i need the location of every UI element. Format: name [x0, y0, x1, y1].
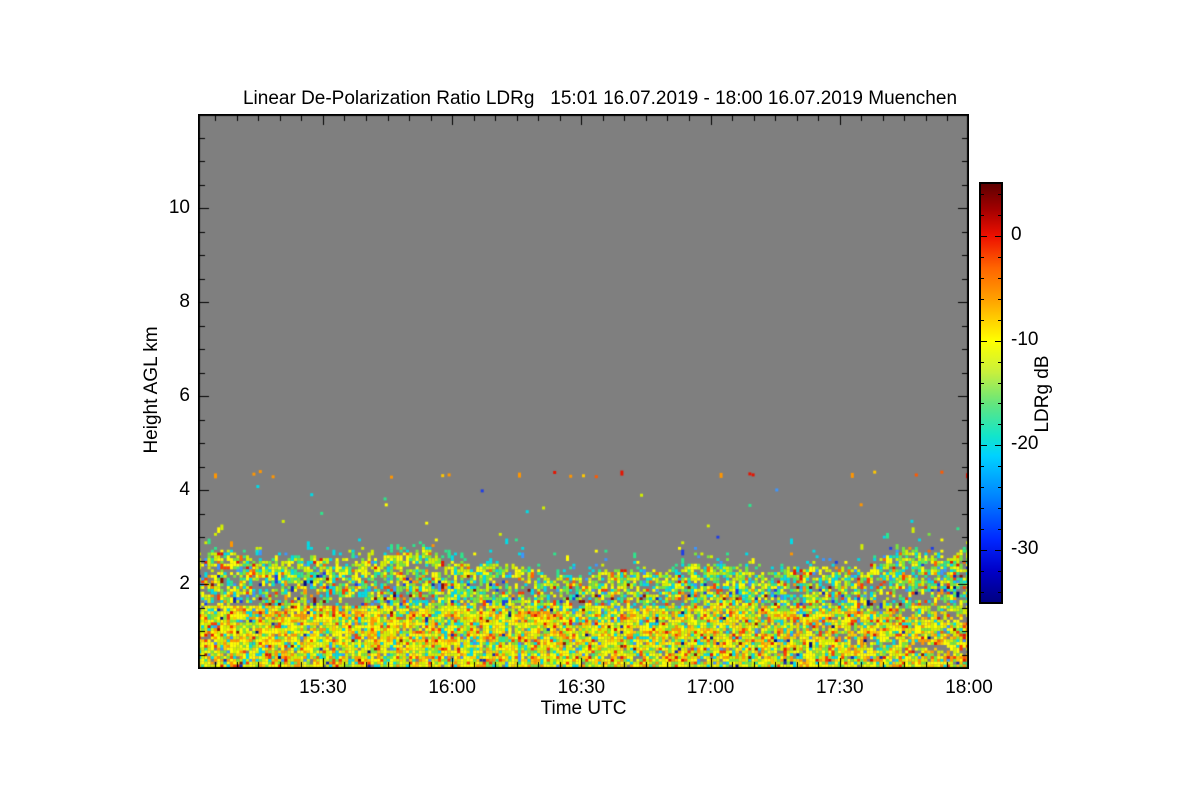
colorbar-tick: [995, 236, 1001, 238]
x-tick-label: 16:30: [557, 677, 606, 698]
colorbar-tick: [981, 257, 984, 259]
x-tick-label: 16:00: [428, 677, 476, 698]
colorbar-tick: [998, 528, 1001, 530]
chart-title: Linear De-Polarization Ratio LDRg 15:01 …: [242, 88, 958, 109]
colorbar-tick: [981, 466, 984, 468]
colorbar-tick: [981, 403, 984, 405]
colorbar-tick: [981, 194, 984, 196]
colorbar-tick: [998, 194, 1001, 196]
colorbar-tick: [998, 215, 1001, 217]
colorbar-tick: [998, 403, 1001, 405]
colorbar-tick: [981, 382, 984, 384]
colorbar-tick: [981, 278, 984, 280]
colorbar-tick: [998, 298, 1001, 300]
colorbar-tick: [998, 466, 1001, 468]
x-tick-label: 17:00: [686, 677, 735, 698]
colorbar-tick: [998, 278, 1001, 280]
colorbar-tick: [981, 570, 984, 572]
colorbar-tick: [981, 549, 987, 551]
colorbar-tick: [998, 319, 1001, 321]
colorbar-tick: [998, 591, 1001, 593]
colorbar-tick-label: 0: [1011, 224, 1022, 246]
colorbar-tick: [981, 236, 987, 238]
colorbar-tick-label: -20: [1011, 433, 1039, 455]
colorbar-tick: [981, 507, 984, 509]
x-tick-label: 18:00: [945, 677, 993, 698]
colorbar: [979, 182, 1003, 604]
colorbar-tick-label: -10: [1011, 328, 1039, 350]
colorbar-tick: [998, 424, 1001, 426]
y-tick-label: 8: [179, 291, 190, 313]
colorbar-tick: [995, 340, 1001, 342]
colorbar-tick: [981, 487, 984, 489]
colorbar-tick: [981, 445, 987, 447]
colorbar-tick: [995, 549, 1001, 551]
figure-root: Linear De-Polarization Ratio LDRg 15:01 …: [0, 0, 1200, 800]
colorbar-tick: [981, 215, 984, 217]
heatmap-plot-canvas: [198, 114, 969, 669]
colorbar-tick: [981, 424, 984, 426]
colorbar-gradient: [981, 184, 1001, 602]
colorbar-tick: [998, 257, 1001, 259]
colorbar-tick: [981, 298, 984, 300]
y-axis-title-text: Height AGL km: [141, 326, 162, 454]
colorbar-tick: [995, 445, 1001, 447]
colorbar-tick: [981, 340, 987, 342]
x-axis-title: Time UTC: [540, 698, 627, 719]
x-tick-label: 15:30: [299, 677, 347, 698]
colorbar-tick: [998, 570, 1001, 572]
colorbar-tick: [998, 361, 1001, 363]
colorbar-tick: [998, 382, 1001, 384]
colorbar-tick-label: -30: [1011, 537, 1039, 559]
y-tick-label: 2: [179, 573, 190, 595]
y-tick-label: 10: [168, 197, 190, 219]
colorbar-tick: [981, 319, 984, 321]
colorbar-tick: [981, 591, 984, 593]
colorbar-tick: [998, 507, 1001, 509]
colorbar-tick: [981, 528, 984, 530]
y-tick-label: 4: [179, 479, 190, 501]
x-tick-label: 17:30: [816, 677, 864, 698]
colorbar-title-text: LDRg dB: [1032, 355, 1053, 433]
colorbar-tick: [981, 361, 984, 363]
colorbar-tick: [998, 487, 1001, 489]
